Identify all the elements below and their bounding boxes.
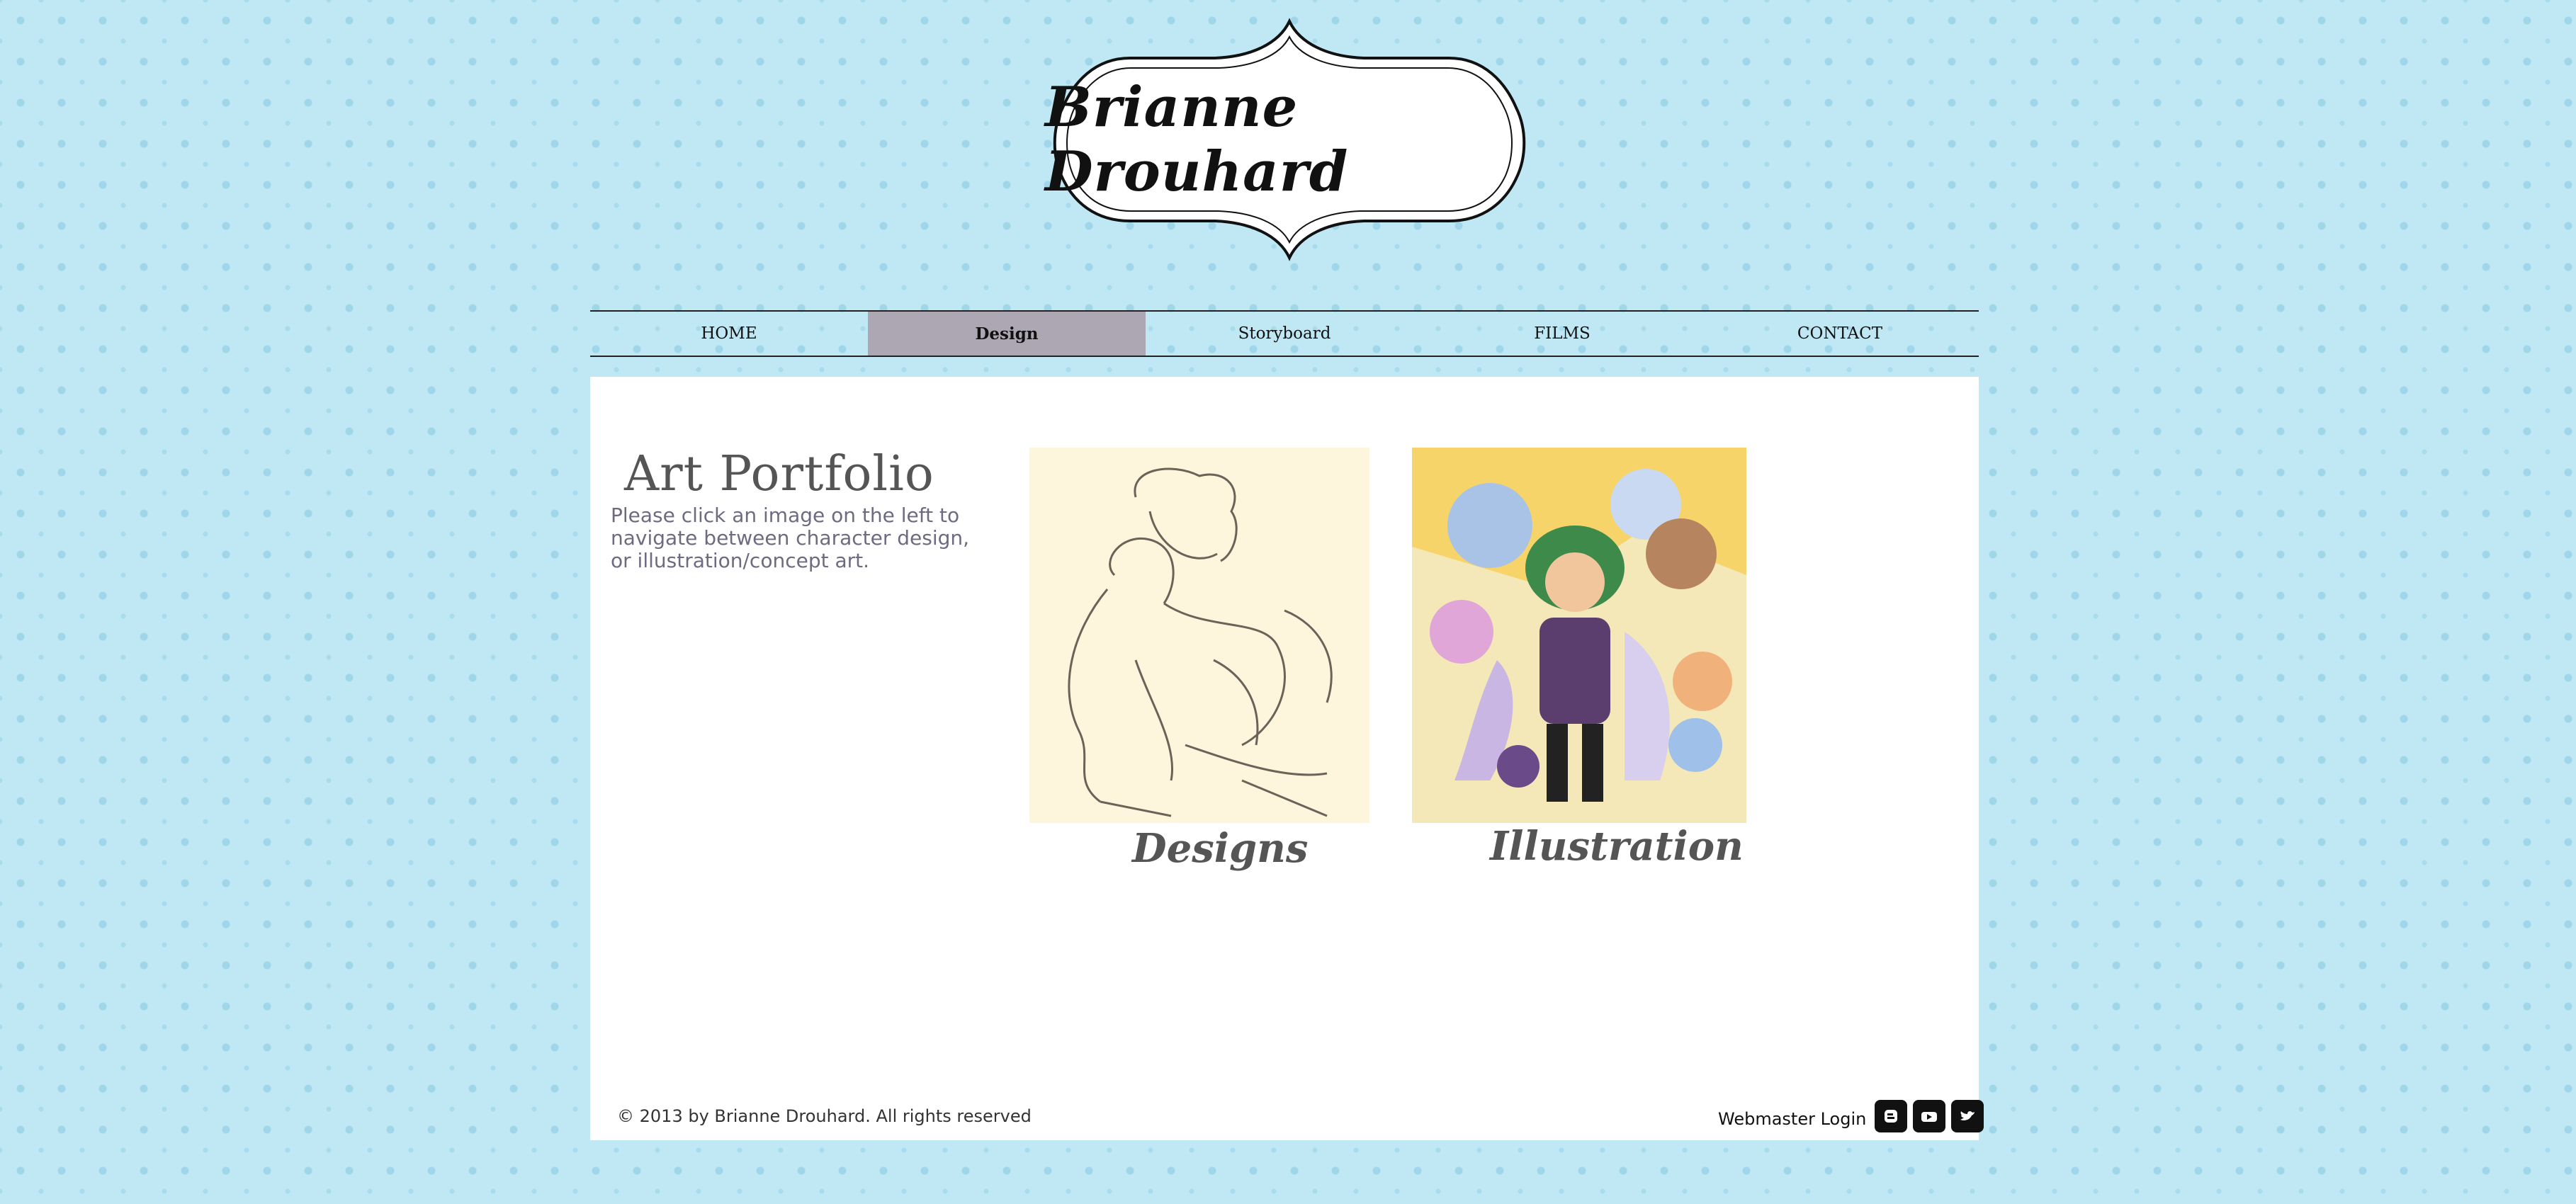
designs-thumbnail[interactable] <box>1029 448 1369 823</box>
logo-text: Brianne Drouhard <box>1045 75 1349 204</box>
twitter-icon[interactable] <box>1951 1100 1984 1132</box>
youtube-icon[interactable] <box>1913 1100 1945 1132</box>
designs-caption[interactable]: Designs <box>1132 825 1308 872</box>
site-logo[interactable]: Brianne Drouhard <box>1045 16 1534 263</box>
content-panel: Art Portfolio Please click an image on t… <box>590 377 1979 1140</box>
page-title: Art Portfolio <box>624 446 934 502</box>
illustration-thumbnail[interactable] <box>1412 448 1746 823</box>
page-description: Please click an image on the left to nav… <box>611 504 970 572</box>
nav-item-storyboard[interactable]: Storyboard <box>1146 312 1423 356</box>
nav-item-design[interactable]: Design <box>868 312 1146 356</box>
blogger-icon[interactable] <box>1875 1100 1907 1132</box>
nav-item-contact[interactable]: CONTACT <box>1701 312 1979 356</box>
illustration-caption[interactable]: Illustration <box>1490 823 1744 870</box>
character-sketch-image <box>1029 448 1369 823</box>
main-nav: HOME Design Storyboard FILMS CONTACT <box>590 310 1979 357</box>
character-illustration-image <box>1412 448 1746 823</box>
nav-item-home[interactable]: HOME <box>590 312 868 356</box>
social-links <box>1875 1100 1984 1132</box>
nav-item-films[interactable]: FILMS <box>1423 312 1701 356</box>
copyright-text: © 2013 by Brianne Drouhard. All rights r… <box>617 1106 1032 1126</box>
webmaster-login-link[interactable]: Webmaster Login <box>1718 1109 1866 1129</box>
